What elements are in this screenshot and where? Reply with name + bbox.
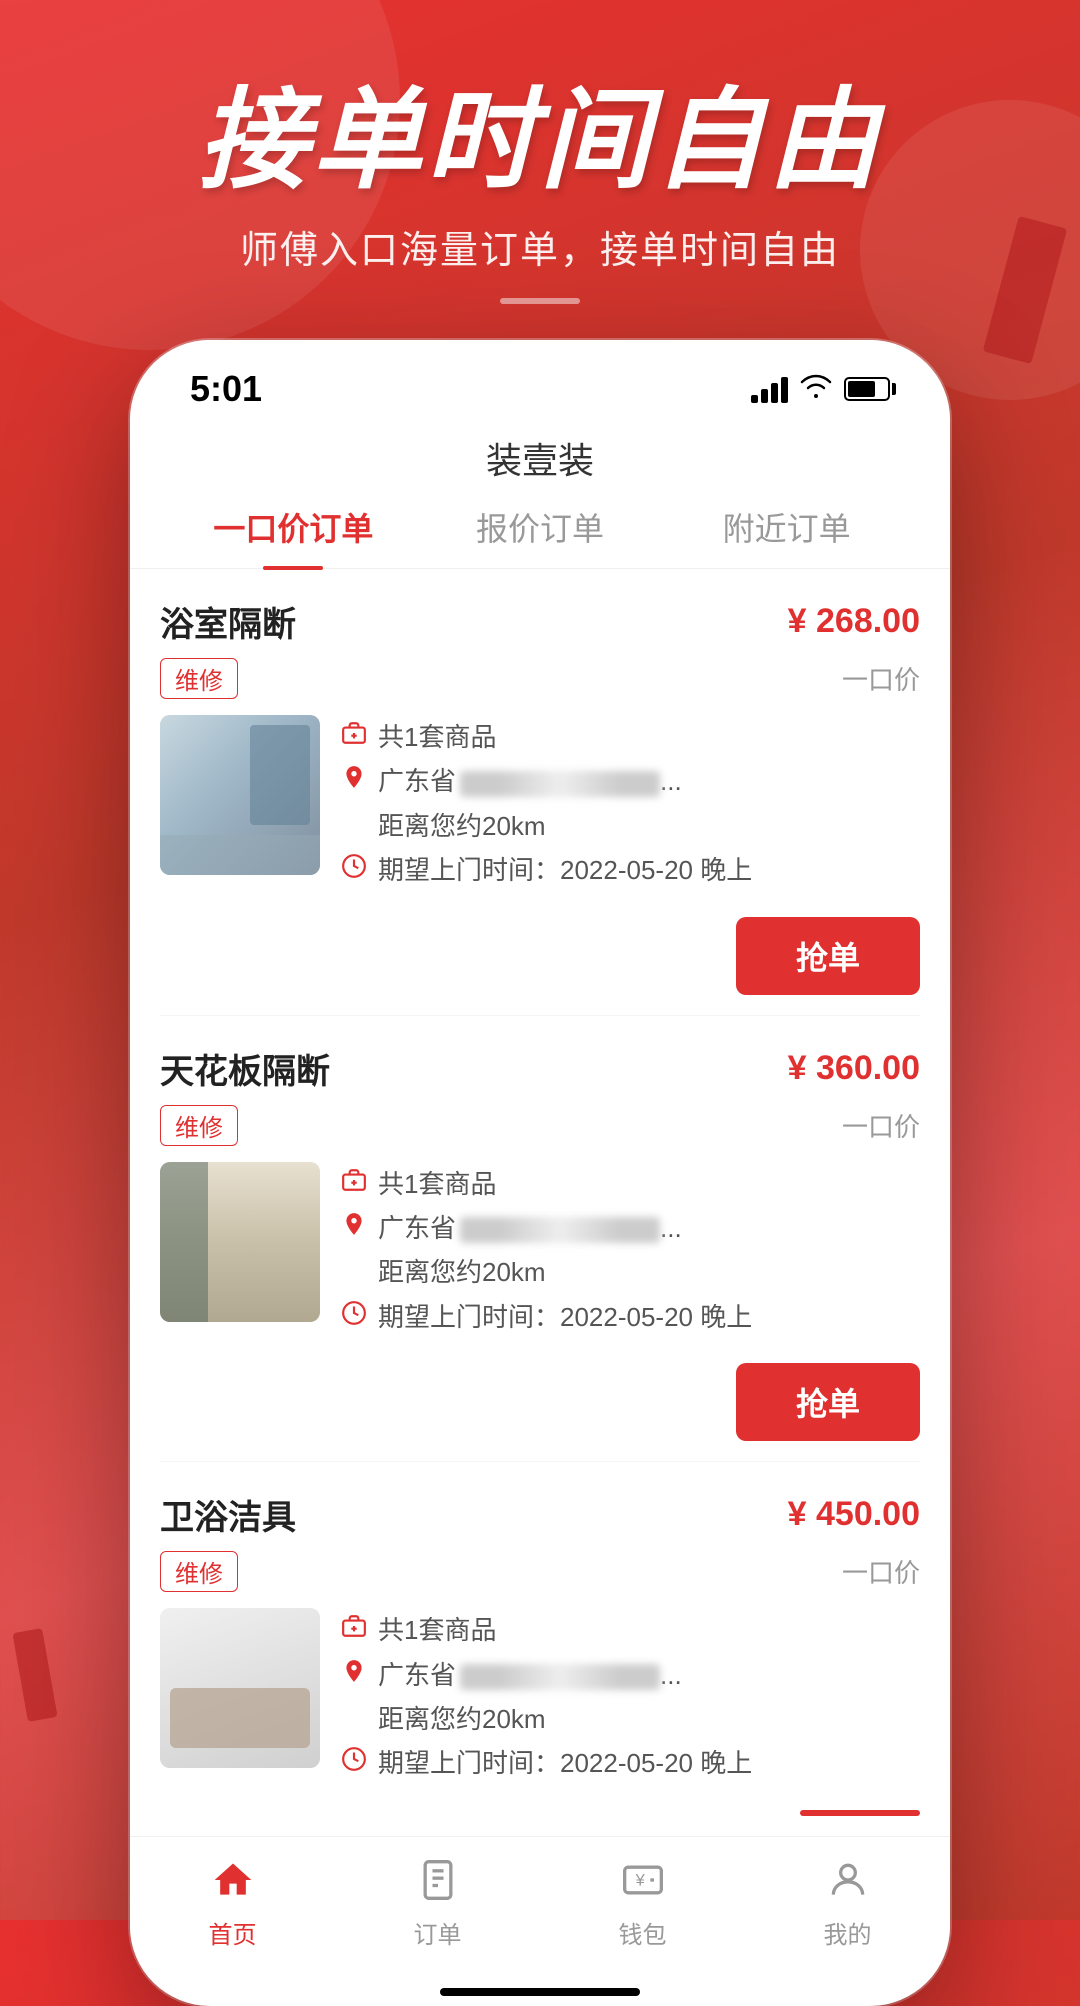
order-type-2: 一口价 xyxy=(842,1107,920,1144)
user-icon xyxy=(821,1853,875,1907)
clock-icon-3 xyxy=(340,1745,368,1781)
detail-distance-2: 距离您约20km xyxy=(340,1254,920,1290)
status-bar: 5:01 xyxy=(130,340,950,422)
order-details-1: 共1套商品 广东省... xyxy=(340,715,920,901)
nav-item-home[interactable]: 首页 xyxy=(130,1853,335,1950)
order-header-3: 卫浴洁具 ¥ 450.00 xyxy=(160,1490,920,1539)
order-body-1: 共1套商品 广东省... xyxy=(160,715,920,901)
grab-button-1[interactable]: 抢单 xyxy=(736,917,920,995)
detail-location-3: 广东省... xyxy=(340,1657,920,1693)
order-title-2: 天花板隔断 xyxy=(160,1044,330,1093)
tab-fixed-price[interactable]: 一口价订单 xyxy=(170,504,417,568)
order-details-3: 共1套商品 广东省... xyxy=(340,1608,920,1794)
detail-distance-3: 距离您约20km xyxy=(340,1701,920,1737)
phone-frame: 5:01 xyxy=(130,340,950,2006)
order-type-3: 一口价 xyxy=(842,1553,920,1590)
location-icon-2 xyxy=(340,1210,368,1246)
detail-goods-1: 共1套商品 xyxy=(340,719,920,755)
order-price-3: ¥ 450.00 xyxy=(788,1495,920,1534)
order-price-2: ¥ 360.00 xyxy=(788,1049,920,1088)
order-icon xyxy=(411,1853,465,1907)
hero-title: 接单时间自由 xyxy=(0,80,1080,201)
app-title: 装壹装 xyxy=(130,422,950,504)
order-header-1: 浴室隔断 ¥ 268.00 xyxy=(160,597,920,646)
nav-item-wallet[interactable]: ¥ 钱包 xyxy=(540,1853,745,1950)
tab-quote[interactable]: 报价订单 xyxy=(417,504,664,568)
detail-location-1: 广东省... xyxy=(340,763,920,799)
hero-section: 接单时间自由 师傅入口海量订单，接单时间自由 xyxy=(0,0,1080,304)
status-icons xyxy=(751,372,890,407)
hero-subtitle: 师傅入口海量订单，接单时间自由 xyxy=(0,219,1080,274)
order-card-2: 天花板隔断 ¥ 360.00 维修 一口价 xyxy=(160,1016,920,1463)
wallet-icon: ¥ xyxy=(616,1853,670,1907)
status-time: 5:01 xyxy=(190,368,262,410)
detail-time-1: 期望上门时间：2022-05-20 晚上 xyxy=(340,852,920,888)
signal-icon xyxy=(751,375,788,403)
order-tag-2: 维修 xyxy=(160,1105,238,1146)
order-details-2: 共1套商品 广东省... xyxy=(340,1162,920,1348)
order-image-2 xyxy=(160,1162,320,1322)
battery-icon xyxy=(844,377,890,401)
order-image-1 xyxy=(160,715,320,875)
box-icon-3 xyxy=(340,1612,368,1648)
order-tag-1: 维修 xyxy=(160,658,238,699)
location-icon-3 xyxy=(340,1657,368,1693)
order-card-3: 卫浴洁具 ¥ 450.00 维修 一口价 xyxy=(160,1462,920,1836)
order-footer-2: 抢单 xyxy=(160,1363,920,1441)
order-body-2: 共1套商品 广东省... xyxy=(160,1162,920,1348)
order-body-3: 共1套商品 广东省... xyxy=(160,1608,920,1794)
order-footer-1: 抢单 xyxy=(160,917,920,995)
order-tag-3: 维修 xyxy=(160,1551,238,1592)
order-title-1: 浴室隔断 xyxy=(160,597,296,646)
hero-divider xyxy=(500,298,580,304)
nav-item-order[interactable]: 订单 xyxy=(335,1853,540,1950)
order-type-1: 一口价 xyxy=(842,660,920,697)
scroll-indicator xyxy=(800,1810,920,1816)
tab-nearby[interactable]: 附近订单 xyxy=(663,504,910,568)
clock-icon-2 xyxy=(340,1299,368,1335)
grab-button-2[interactable]: 抢单 xyxy=(736,1363,920,1441)
box-icon-2 xyxy=(340,1166,368,1202)
order-meta-3: 维修 一口价 xyxy=(160,1551,920,1592)
location-icon xyxy=(340,763,368,799)
home-indicator xyxy=(440,1988,640,1996)
order-title-3: 卫浴洁具 xyxy=(160,1490,296,1539)
tabs-container: 一口价订单 报价订单 附近订单 xyxy=(130,504,950,569)
order-card-1: 浴室隔断 ¥ 268.00 维修 一口价 xyxy=(160,569,920,1016)
order-header-2: 天花板隔断 ¥ 360.00 xyxy=(160,1044,920,1093)
order-meta-2: 维修 一口价 xyxy=(160,1105,920,1146)
detail-location-2: 广东省... xyxy=(340,1210,920,1246)
detail-goods-2: 共1套商品 xyxy=(340,1166,920,1202)
detail-time-3: 期望上门时间：2022-05-20 晚上 xyxy=(340,1745,920,1781)
order-image-3 xyxy=(160,1608,320,1768)
order-price-1: ¥ 268.00 xyxy=(788,602,920,641)
detail-goods-3: 共1套商品 xyxy=(340,1612,920,1648)
bottom-nav: 首页 订单 ¥ xyxy=(130,1836,950,1980)
order-meta-1: 维修 一口价 xyxy=(160,658,920,699)
wifi-icon xyxy=(800,372,832,407)
svg-text:¥: ¥ xyxy=(634,1871,645,1889)
phone-mockup: 5:01 xyxy=(130,340,950,2006)
nav-item-profile[interactable]: 我的 xyxy=(745,1853,950,1950)
detail-time-2: 期望上门时间：2022-05-20 晚上 xyxy=(340,1299,920,1335)
detail-distance-1: 距离您约20km xyxy=(340,808,920,844)
orders-list: 浴室隔断 ¥ 268.00 维修 一口价 xyxy=(130,569,950,1836)
home-icon xyxy=(206,1853,260,1907)
clock-icon xyxy=(340,852,368,888)
box-icon xyxy=(340,719,368,755)
